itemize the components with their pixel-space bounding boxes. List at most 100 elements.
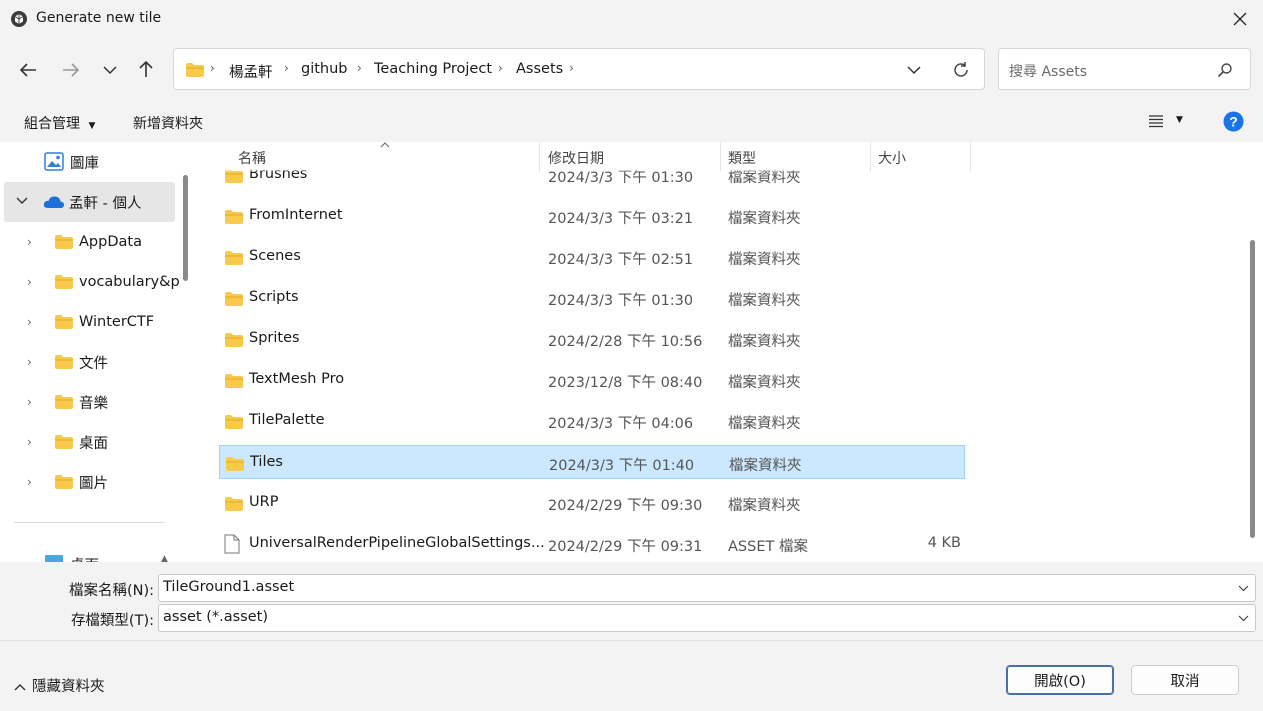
file-date: 2024/2/28 下午 10:56 — [548, 334, 703, 350]
new-folder-button[interactable]: 新增資料夾 — [133, 113, 203, 133]
organize-label: 組合管理 — [24, 116, 80, 132]
search-input[interactable]: 搜尋 Assets — [998, 48, 1251, 90]
file-date: 2024/3/3 下午 02:51 — [548, 252, 694, 268]
sidebar-item-pictures[interactable]: › 圖片 — [0, 462, 175, 502]
close-icon — [1233, 12, 1247, 26]
sidebar-item-appdata[interactable]: › AppData — [0, 222, 175, 262]
file-date: 2024/3/3 下午 01:30 — [548, 293, 694, 309]
scroll-up-arrow-icon[interactable]: ▲ — [161, 554, 168, 562]
filename-input[interactable]: TileGround1.asset — [158, 574, 1256, 602]
filename-value: TileGround1.asset — [163, 579, 295, 595]
sidebar-item-vocabulary[interactable]: › vocabulary&p — [0, 262, 180, 302]
folder-icon — [55, 435, 73, 449]
file-row[interactable]: URP 2024/2/29 下午 09:30 檔案資料夾 — [219, 486, 965, 520]
chevron-up-icon — [14, 684, 26, 691]
chevron-down-icon[interactable] — [1238, 585, 1249, 592]
folder-icon — [225, 251, 243, 265]
chevron-down-icon[interactable] — [1238, 615, 1249, 622]
chevron-down-icon[interactable] — [16, 196, 28, 205]
folder-icon — [225, 210, 243, 224]
search-placeholder: 搜尋 Assets — [1009, 64, 1088, 80]
navigation-pane[interactable]: 圖庫 孟軒 - 個人 › AppData › vocabulary&p › Wi… — [0, 142, 193, 562]
file-name: Tiles — [250, 454, 283, 470]
chevron-right-icon[interactable]: › — [27, 435, 32, 449]
close-button[interactable] — [1225, 6, 1255, 32]
file-type: ASSET 檔案 — [728, 539, 808, 555]
folder-icon — [226, 457, 244, 471]
sidebar-item-desktop[interactable]: › 桌面 — [0, 422, 175, 462]
cancel-button[interactable]: 取消 — [1131, 665, 1239, 695]
folder-icon — [225, 415, 243, 429]
breadcrumb-item[interactable]: Teaching Project — [374, 61, 492, 77]
breadcrumb-item[interactable]: Assets — [516, 61, 563, 77]
file-type: 檔案資料夾 — [728, 252, 801, 268]
file-date: 2024/3/3 下午 03:21 — [548, 211, 694, 227]
view-dropdown-icon[interactable]: ▼ — [1176, 115, 1183, 125]
window-title: Generate new tile — [36, 10, 162, 26]
filetype-label: 存檔類型(T): — [70, 613, 154, 629]
organize-menu-button[interactable]: 組合管理 ▼ — [24, 113, 95, 133]
file-row[interactable]: UniversalRenderPipelineGlobalSettings...… — [219, 527, 965, 561]
file-row[interactable]: TilePalette 2024/3/3 下午 04:06 檔案資料夾 — [219, 404, 965, 438]
chevron-right-icon[interactable]: › — [27, 275, 32, 289]
back-button[interactable] — [12, 54, 44, 86]
file-row[interactable]: TextMesh Pro 2023/12/8 下午 08:40 檔案資料夾 — [219, 363, 965, 397]
sidebar-item-music[interactable]: › 音樂 — [0, 382, 175, 422]
chevron-right-icon[interactable]: › — [27, 315, 32, 329]
open-button[interactable]: 開啟(O) — [1006, 665, 1114, 695]
sidebar-item-label: 文件 — [79, 355, 108, 372]
file-row[interactable]: Scripts 2024/3/3 下午 01:30 檔案資料夾 — [219, 281, 965, 315]
arrow-right-icon — [63, 63, 80, 77]
caret-down-icon: ▼ — [88, 121, 96, 131]
file-type: 檔案資料夾 — [728, 334, 801, 350]
chevron-right-icon[interactable]: › — [27, 475, 32, 489]
file-list[interactable]: 名稱 修改日期 類型 大小 Brushes 2024/3/3 下午 01:30 檔案… — [193, 142, 1263, 562]
file-name: Scenes — [249, 248, 301, 264]
sidebar-item-desktop-quick[interactable]: 桌面 — [0, 544, 175, 562]
help-icon: ? — [1223, 111, 1244, 132]
file-name: Sprites — [249, 330, 300, 346]
address-dropdown-icon[interactable] — [907, 65, 921, 75]
sidebar-scrollbar[interactable] — [183, 175, 188, 281]
recent-locations-button[interactable] — [94, 54, 126, 86]
file-row[interactable]: Sprites 2024/2/28 下午 10:56 檔案資料夾 — [219, 322, 965, 356]
sidebar-item-onedrive[interactable]: 孟軒 - 個人 — [4, 182, 175, 222]
column-divider — [870, 142, 871, 172]
sidebar-item-label: 桌面 — [70, 554, 99, 563]
column-divider — [970, 142, 971, 172]
file-row[interactable]: Tiles 2024/3/3 下午 01:40 檔案資料夾 — [219, 445, 965, 479]
chevron-right-icon[interactable]: › — [27, 235, 32, 249]
view-options-button[interactable] — [1148, 114, 1164, 132]
file-list-scrollbar[interactable] — [1250, 240, 1255, 538]
folder-icon — [55, 235, 73, 249]
filetype-select[interactable]: asset (*.asset) — [158, 604, 1256, 632]
chevron-down-icon — [103, 66, 117, 75]
file-type: 檔案資料夾 — [728, 498, 801, 514]
breadcrumb-item[interactable]: github — [301, 61, 348, 77]
hide-folders-button[interactable]: 隱藏資料夾 — [14, 675, 105, 696]
file-row[interactable]: FromInternet 2024/3/3 下午 03:21 檔案資料夾 — [219, 199, 965, 233]
file-date: 2024/3/3 下午 04:06 — [548, 416, 694, 432]
sidebar-item-gallery[interactable]: 圖庫 — [0, 142, 175, 182]
forward-button[interactable] — [55, 54, 87, 86]
file-row[interactable]: Scenes 2024/3/3 下午 02:51 檔案資料夾 — [219, 240, 965, 274]
chevron-right-icon[interactable]: › — [27, 395, 32, 409]
list-view-icon — [1149, 115, 1163, 128]
chevron-right-icon[interactable]: › — [27, 355, 32, 369]
breadcrumb-item[interactable]: 楊孟軒 — [229, 61, 273, 82]
help-button[interactable]: ? — [1223, 111, 1244, 136]
address-bar[interactable]: › 楊孟軒 › github › Teaching Project › Asse… — [173, 48, 985, 90]
sidebar-item-winterctf[interactable]: › WinterCTF — [0, 302, 175, 342]
sidebar-divider — [14, 522, 165, 523]
sidebar-item-label: 圖片 — [79, 475, 108, 492]
up-button[interactable] — [130, 53, 162, 85]
folder-icon — [186, 63, 204, 77]
sidebar-item-label: 孟軒 - 個人 — [69, 195, 142, 212]
folder-icon — [55, 315, 73, 329]
column-divider — [539, 142, 540, 172]
sidebar-item-documents[interactable]: › 文件 — [0, 342, 175, 382]
refresh-icon[interactable] — [952, 61, 970, 79]
file-date: 2024/3/3 下午 01:40 — [549, 458, 695, 474]
sidebar-item-label: AppData — [79, 234, 142, 250]
folder-icon — [225, 292, 243, 306]
